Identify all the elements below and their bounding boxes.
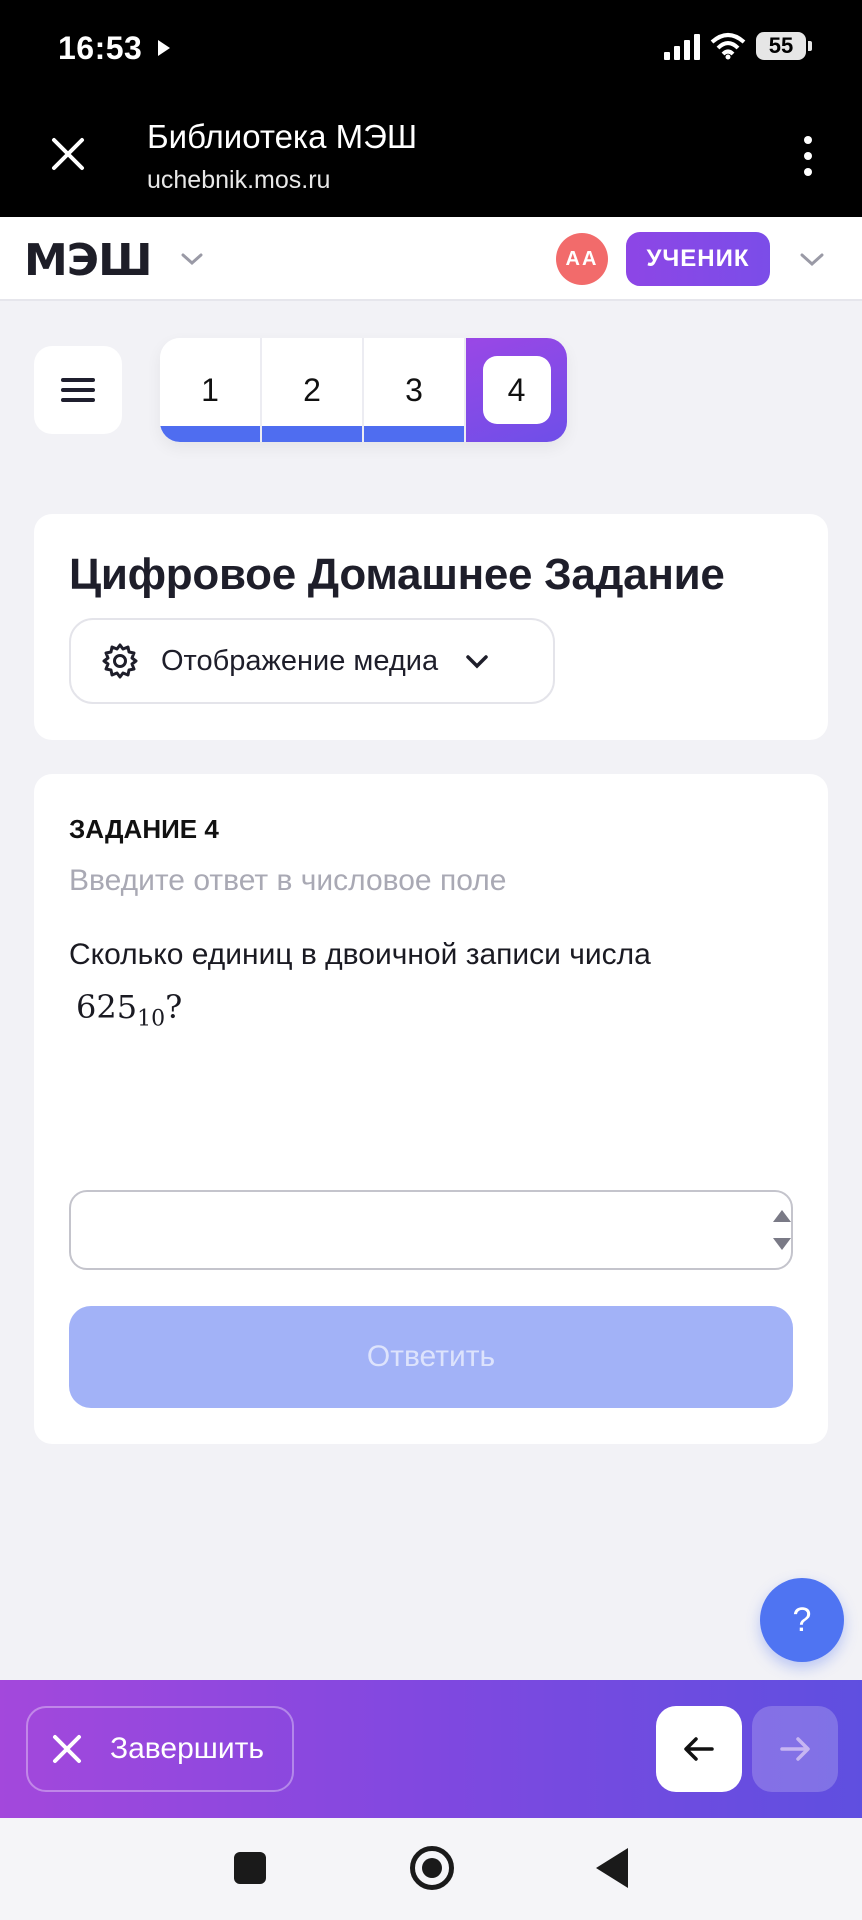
submit-answer-button[interactable]: Ответить (69, 1306, 793, 1408)
task-math-expression: 62510? (76, 988, 182, 1031)
task-tab-label: 4 (482, 356, 551, 424)
finish-button[interactable]: Завершить (26, 1706, 294, 1792)
answer-number-input[interactable] (69, 1190, 793, 1270)
avatar[interactable]: АА (556, 233, 608, 285)
task-completed-bar (160, 426, 260, 442)
task-tab-3[interactable]: 3 (364, 338, 466, 442)
media-display-label: Отображение медиа (161, 644, 439, 677)
battery-icon: 55 (756, 32, 812, 60)
browser-title: Библиотека МЭШ (147, 118, 418, 155)
task-navigation: 1 2 3 4 (160, 338, 567, 442)
status-icons: 55 (664, 32, 812, 60)
task-question: Сколько единиц в двоичной записи числа (69, 938, 651, 971)
browser-url: uchebnik.mos.ru (147, 166, 331, 194)
task-tab-label: 3 (405, 371, 423, 408)
task-tab-label: 2 (303, 371, 321, 408)
number-stepper[interactable] (772, 1210, 792, 1250)
task-hint: Введите ответ в числовое поле (69, 864, 507, 897)
app-header: МЭШ АА УЧЕНИК (0, 217, 862, 301)
gear-icon (102, 643, 138, 679)
task-label: ЗАДАНИЕ 4 (69, 814, 219, 844)
task-tab-label: 1 (201, 371, 219, 408)
help-button[interactable]: ? (760, 1578, 844, 1662)
hamburger-icon (61, 378, 95, 402)
title-card: Цифровое Домашнее Задание Отображение ме… (34, 514, 828, 740)
math-suffix: ? (165, 988, 183, 1026)
mesh-logo[interactable]: МЭШ (24, 235, 152, 286)
bottom-action-bar: Завершить (0, 1680, 862, 1818)
stepper-down-icon[interactable] (773, 1238, 791, 1250)
chevron-down-icon (466, 655, 488, 669)
arrow-left-icon (684, 1737, 714, 1761)
back-icon[interactable] (596, 1848, 628, 1888)
media-playing-icon (158, 40, 170, 56)
chevron-down-icon[interactable] (798, 247, 826, 271)
stepper-up-icon[interactable] (773, 1210, 791, 1222)
role-badge[interactable]: УЧЕНИК (626, 232, 770, 286)
math-number: 625 (76, 988, 138, 1026)
home-icon[interactable] (410, 1846, 454, 1890)
signal-icon (664, 32, 700, 60)
system-navigation-bar (0, 1818, 862, 1920)
status-time: 16:53 (58, 30, 143, 66)
arrow-right-icon (780, 1737, 810, 1761)
previous-task-button[interactable] (656, 1706, 742, 1792)
task-completed-bar (262, 426, 362, 442)
task-tab-4[interactable]: 4 (466, 338, 567, 442)
media-display-dropdown[interactable]: Отображение медиа (69, 618, 555, 704)
finish-label: Завершить (110, 1732, 264, 1765)
chevron-down-icon[interactable] (180, 247, 204, 271)
task-tab-1[interactable]: 1 (160, 338, 262, 442)
math-base: 10 (137, 1006, 166, 1032)
task-card: ЗАДАНИЕ 4 Введите ответ в числовое поле … (34, 774, 828, 1444)
system-and-browser-header: 16:53 55 Библиотека МЭШ uchebnik.mos.ru (0, 0, 862, 217)
page-title: Цифровое Домашнее Задание (69, 550, 725, 599)
more-menu-icon[interactable] (800, 136, 816, 176)
close-icon (53, 1735, 81, 1763)
wifi-icon (710, 33, 746, 60)
task-tab-2[interactable]: 2 (262, 338, 364, 442)
task-completed-bar (364, 426, 464, 442)
close-icon[interactable] (50, 136, 86, 172)
menu-button[interactable] (34, 346, 122, 434)
recent-apps-icon[interactable] (234, 1852, 266, 1884)
next-task-button[interactable] (752, 1706, 838, 1792)
